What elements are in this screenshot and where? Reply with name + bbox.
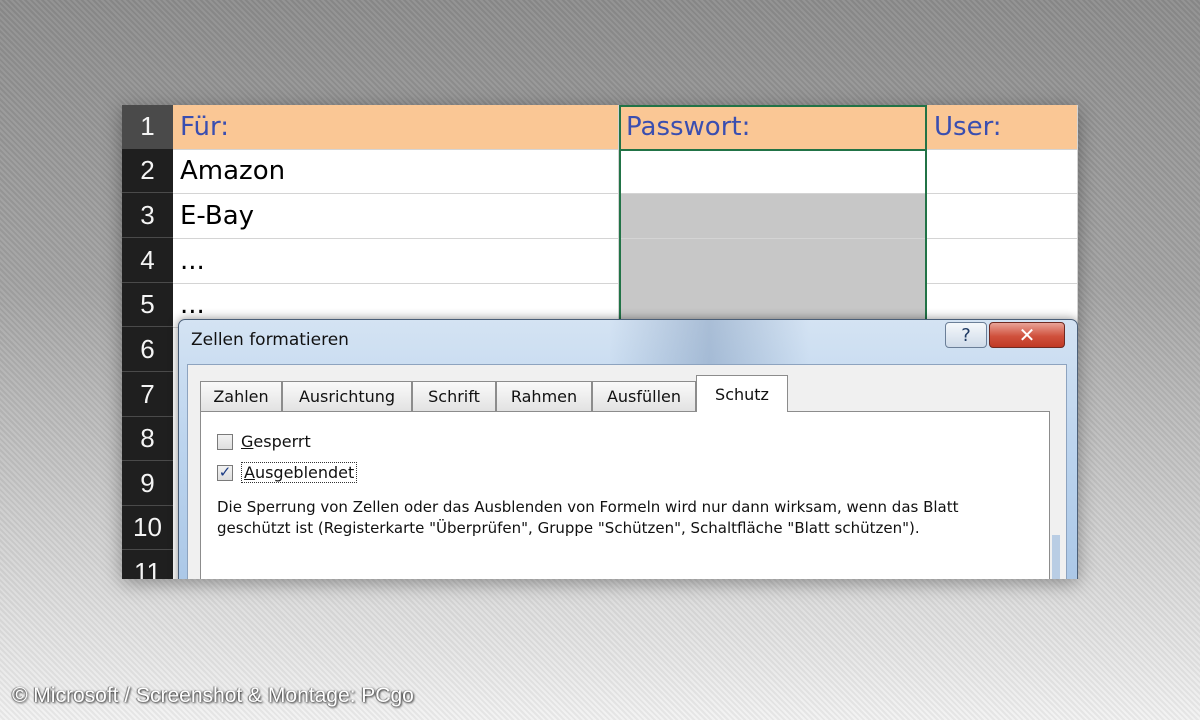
cell-a3[interactable]: E-Bay [173, 194, 619, 239]
header-cell-user[interactable]: User: [927, 105, 1078, 150]
tab-ausrichtung[interactable]: Ausrichtung [282, 381, 412, 411]
ausgeblendet-label[interactable]: Ausgeblendet [241, 462, 358, 483]
spreadsheet-screenshot: 1 2 3 4 5 6 7 8 9 10 11 Für: Passwort: U… [122, 105, 1078, 579]
checkbox-row-gesperrt[interactable]: Gesperrt [217, 432, 311, 451]
close-button[interactable]: ✕ [989, 322, 1065, 348]
row-number[interactable]: 9 [122, 462, 173, 506]
row-number[interactable]: 10 [122, 506, 173, 550]
cell-b2[interactable] [619, 149, 927, 194]
image-credit: © Microsoft / Screenshot & Montage: PCgo [12, 684, 414, 707]
cell-a2[interactable]: Amazon [173, 149, 619, 194]
ausgeblendet-checkbox[interactable]: ✓ [217, 463, 233, 481]
help-button[interactable]: ? [945, 322, 987, 348]
protection-info-text: Die Sperrung von Zellen oder das Ausblen… [217, 498, 959, 537]
row-number[interactable]: 5 [122, 283, 173, 327]
dialog-title: Zellen formatieren [191, 330, 349, 350]
selection-top-edge [619, 149, 927, 151]
checkbox-row-ausgeblendet[interactable]: ✓ Ausgeblendet [217, 462, 358, 483]
cell-b3[interactable] [621, 194, 925, 239]
row-number[interactable]: 11 [122, 551, 173, 579]
row-number[interactable]: 1 [122, 105, 173, 149]
format-cells-dialog: Zellen formatieren ? ✕ Zahlen Ausrichtun… [178, 319, 1078, 579]
cell-c2[interactable] [927, 149, 1078, 194]
cell-c4[interactable] [927, 239, 1078, 284]
cell-c3[interactable] [927, 194, 1078, 239]
tab-schutz[interactable]: Schutz [696, 375, 788, 412]
tab-schrift[interactable]: Schrift [412, 381, 496, 411]
tab-ausfuellen[interactable]: Ausfüllen [592, 381, 696, 411]
scrollbar-strip[interactable] [1052, 535, 1060, 579]
gesperrt-checkbox[interactable] [217, 433, 233, 450]
row-number[interactable]: 8 [122, 417, 173, 461]
help-icon: ? [961, 324, 971, 346]
cell-b4[interactable] [621, 239, 925, 284]
row-number[interactable]: 4 [122, 239, 173, 283]
close-icon: ✕ [1018, 323, 1036, 347]
schutz-panel: Gesperrt ✓ Ausgeblendet Die Sperrung von… [200, 411, 1050, 579]
cell-a4[interactable]: ... [173, 239, 619, 284]
gesperrt-label[interactable]: Gesperrt [241, 432, 311, 451]
row-number[interactable]: 7 [122, 373, 173, 417]
header-cell-passwort[interactable]: Passwort: [619, 105, 927, 150]
row-number[interactable]: 3 [122, 194, 173, 238]
tab-rahmen[interactable]: Rahmen [496, 381, 592, 411]
checkmark-icon: ✓ [218, 463, 232, 481]
dialog-client-area: Zahlen Ausrichtung Schrift Rahmen Ausfül… [187, 364, 1067, 579]
row-number[interactable]: 6 [122, 328, 173, 372]
row-header-column: 1 2 3 4 5 6 7 8 9 10 11 [122, 105, 173, 579]
tab-zahlen[interactable]: Zahlen [200, 381, 282, 411]
titlebar-glare [609, 320, 809, 364]
row-number[interactable]: 2 [122, 149, 173, 193]
header-cell-fuer[interactable]: Für: [173, 105, 619, 150]
